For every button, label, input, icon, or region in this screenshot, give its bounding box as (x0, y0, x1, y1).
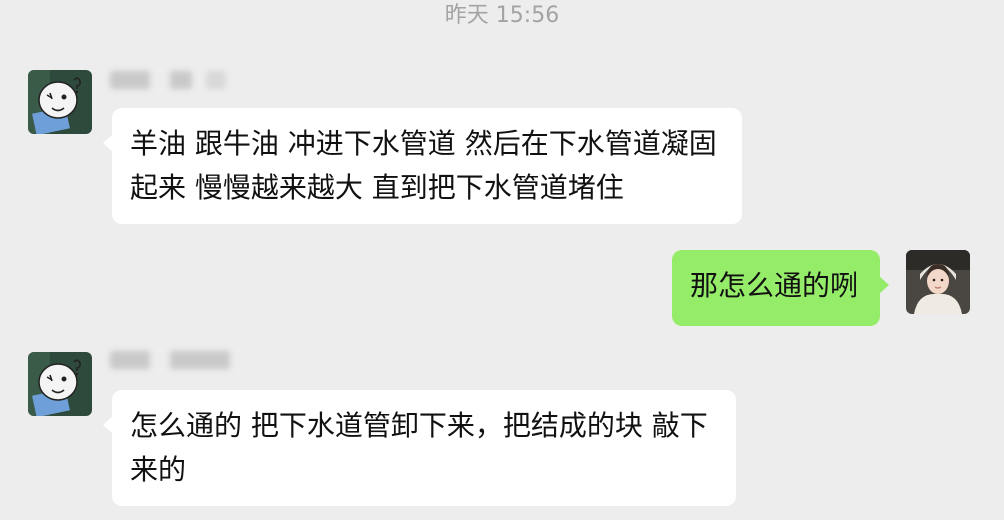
girl-photo-icon (906, 250, 970, 314)
cartoon-face-icon (28, 70, 92, 134)
contact-avatar[interactable] (28, 70, 92, 134)
contact-name-blurred (170, 351, 230, 369)
contact-name-blurred (170, 71, 192, 89)
message-bubble-sent[interactable]: 那怎么通的咧 (672, 250, 889, 326)
cartoon-face-icon (28, 352, 92, 416)
self-avatar[interactable] (906, 250, 970, 314)
contact-name-blurred (206, 71, 226, 89)
contact-avatar[interactable] (28, 352, 92, 416)
message-timestamp: 昨天 15:56 (444, 3, 560, 28)
message-bubble-received[interactable]: 怎么通的 把下水道管卸下来，把结成的块 敲下来的 (103, 390, 736, 506)
message-bubble-received[interactable]: 羊油 跟牛油 冲进下水管道 然后在下水管道凝固起来 慢慢越来越大 直到把下水管道… (103, 108, 742, 224)
contact-name-blurred (110, 71, 150, 89)
contact-name-blurred (110, 351, 150, 369)
